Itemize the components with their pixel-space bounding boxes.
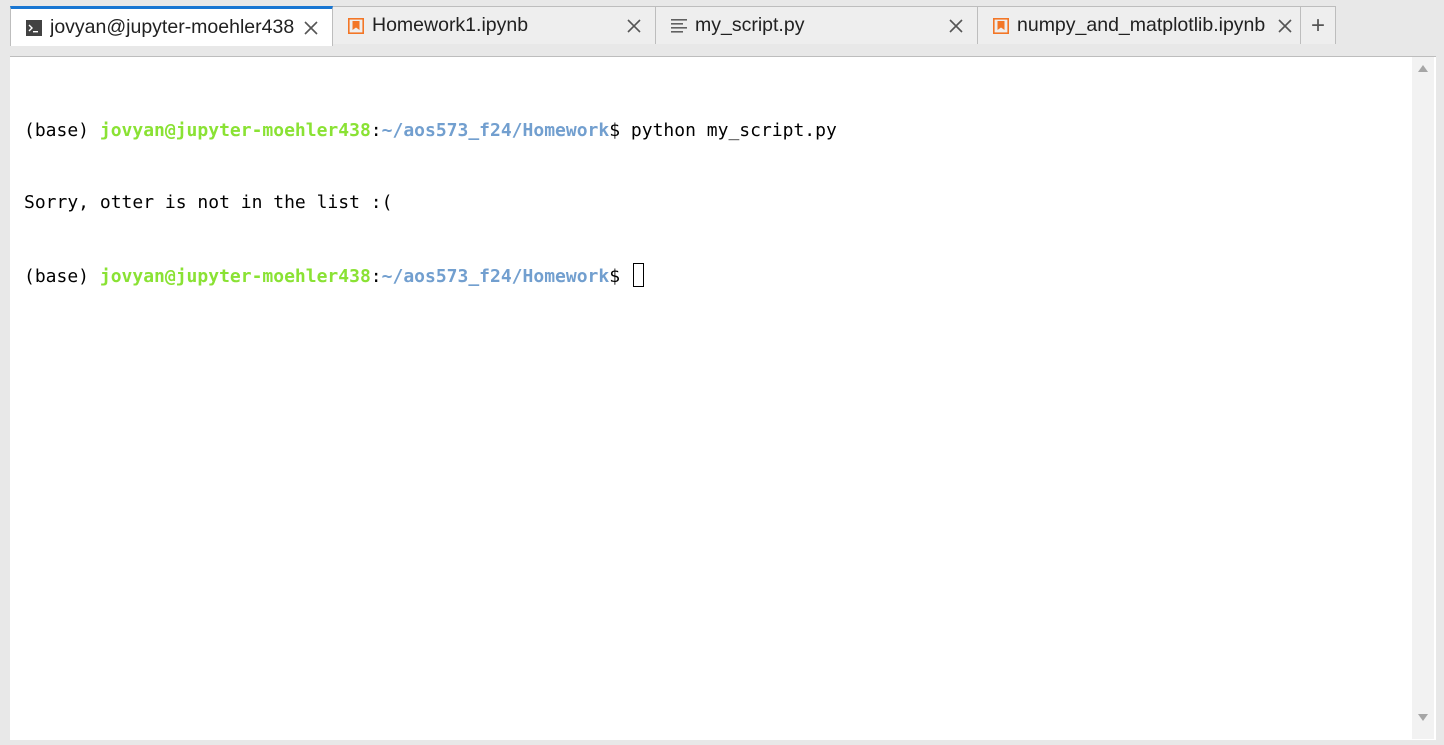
tab-label: numpy_and_matplotlib.ipynb bbox=[1017, 14, 1266, 36]
tab-label: Homework1.ipynb bbox=[372, 14, 529, 36]
terminal-icon bbox=[25, 19, 43, 37]
terminal-output: (base) jovyan@jupyter-moehler438:~/aos57… bbox=[24, 71, 837, 335]
tab-bar: jovyan@jupyter-moehler438 Homework1.ipyn… bbox=[10, 6, 1336, 46]
prompt-path: ~/aos573_f24/Homework bbox=[381, 266, 610, 287]
vertical-scrollbar[interactable] bbox=[1412, 57, 1434, 739]
plus-icon: + bbox=[1310, 11, 1325, 39]
prompt-separator: : bbox=[370, 120, 382, 141]
scroll-up-arrow-icon[interactable] bbox=[1418, 65, 1428, 72]
terminal-line: Sorry, otter is not in the list :( bbox=[24, 191, 837, 215]
prompt-symbol: $ bbox=[609, 120, 631, 141]
prompt-separator: : bbox=[370, 266, 382, 287]
tab-label: jovyan@jupyter-moehler438 bbox=[50, 16, 295, 38]
jupyterlab-window: jovyan@jupyter-moehler438 Homework1.ipyn… bbox=[0, 0, 1444, 745]
prompt-symbol: $ bbox=[609, 266, 631, 287]
tab-label: my_script.py bbox=[695, 14, 805, 36]
notebook-icon bbox=[992, 17, 1010, 35]
terminal-line: (base) jovyan@jupyter-moehler438:~/aos57… bbox=[24, 119, 837, 143]
prompt-user-host: jovyan@jupyter-moehler438 bbox=[99, 266, 371, 287]
prompt-user-host: jovyan@jupyter-moehler438 bbox=[99, 120, 371, 141]
tab-my-script[interactable]: my_script.py bbox=[655, 6, 978, 44]
close-icon[interactable] bbox=[945, 15, 967, 37]
add-tab-button[interactable]: + bbox=[1300, 6, 1336, 44]
terminal-panel[interactable]: (base) jovyan@jupyter-moehler438:~/aos57… bbox=[10, 56, 1436, 740]
terminal-command: python my_script.py bbox=[630, 120, 837, 141]
tab-numpy-matplotlib[interactable]: numpy_and_matplotlib.ipynb bbox=[977, 6, 1301, 44]
close-icon[interactable] bbox=[623, 15, 645, 37]
scroll-down-arrow-icon[interactable] bbox=[1418, 714, 1428, 721]
close-icon[interactable] bbox=[1274, 15, 1296, 37]
close-icon[interactable] bbox=[300, 17, 322, 39]
terminal-cursor bbox=[632, 263, 644, 287]
text-file-icon bbox=[670, 17, 688, 35]
notebook-icon bbox=[347, 17, 365, 35]
tab-terminal[interactable]: jovyan@jupyter-moehler438 bbox=[10, 6, 333, 46]
command-output: Sorry, otter is not in the list :( bbox=[24, 192, 393, 213]
prompt-path: ~/aos573_f24/Homework bbox=[381, 120, 610, 141]
conda-env: (base) bbox=[24, 266, 100, 287]
terminal-line: (base) jovyan@jupyter-moehler438:~/aos57… bbox=[24, 263, 837, 287]
conda-env: (base) bbox=[24, 120, 100, 141]
tab-homework1[interactable]: Homework1.ipynb bbox=[332, 6, 656, 44]
